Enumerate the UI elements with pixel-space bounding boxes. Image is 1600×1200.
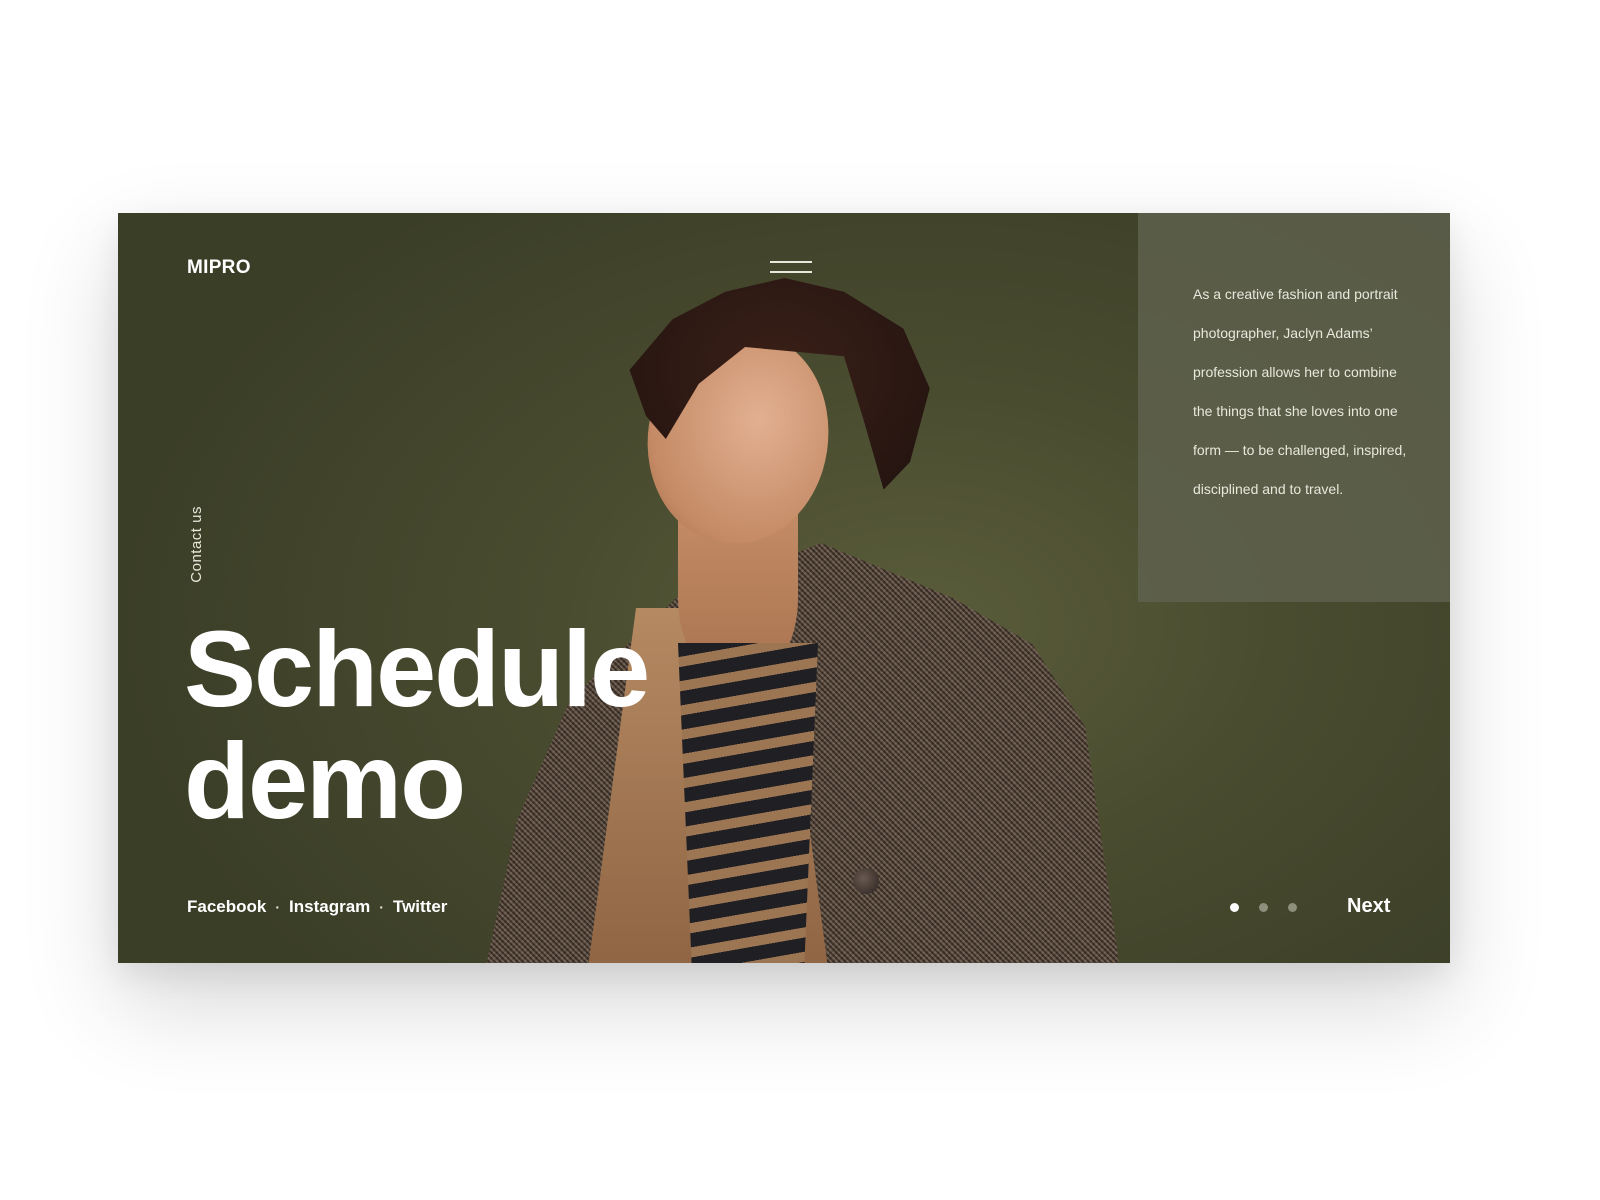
next-button[interactable]: Next (1347, 895, 1390, 918)
separator-dot: · (275, 899, 281, 915)
model-face (634, 321, 842, 555)
model-neck (678, 478, 798, 678)
coat-button (853, 868, 879, 894)
contact-us-link[interactable]: Contact us (188, 506, 205, 583)
instagram-link[interactable]: Instagram (289, 897, 370, 917)
pagination-dot-1[interactable] (1230, 903, 1239, 912)
page-title: Schedule demo (184, 608, 650, 841)
model-sweater (678, 643, 818, 963)
pagination-dot-2[interactable] (1259, 903, 1268, 912)
social-links: Facebook · Instagram · Twitter (187, 897, 447, 917)
pagination-dot-3[interactable] (1288, 903, 1297, 912)
menu-line (770, 271, 812, 273)
hero-card: As a creative fashion and portrait photo… (118, 213, 1450, 963)
headline-line-2: demo (184, 720, 466, 841)
menu-line (770, 261, 812, 263)
info-text: As a creative fashion and portrait photo… (1193, 286, 1407, 497)
twitter-link[interactable]: Twitter (393, 897, 447, 917)
separator-dot: · (379, 899, 384, 915)
facebook-link[interactable]: Facebook (187, 897, 266, 917)
headline-line-1: Schedule (184, 608, 650, 729)
brand-logo[interactable]: MIPRO (187, 257, 251, 279)
info-panel: As a creative fashion and portrait photo… (1138, 213, 1450, 602)
model-hair (629, 278, 930, 490)
hamburger-menu-icon[interactable] (768, 257, 812, 277)
slide-pagination (1230, 903, 1297, 912)
